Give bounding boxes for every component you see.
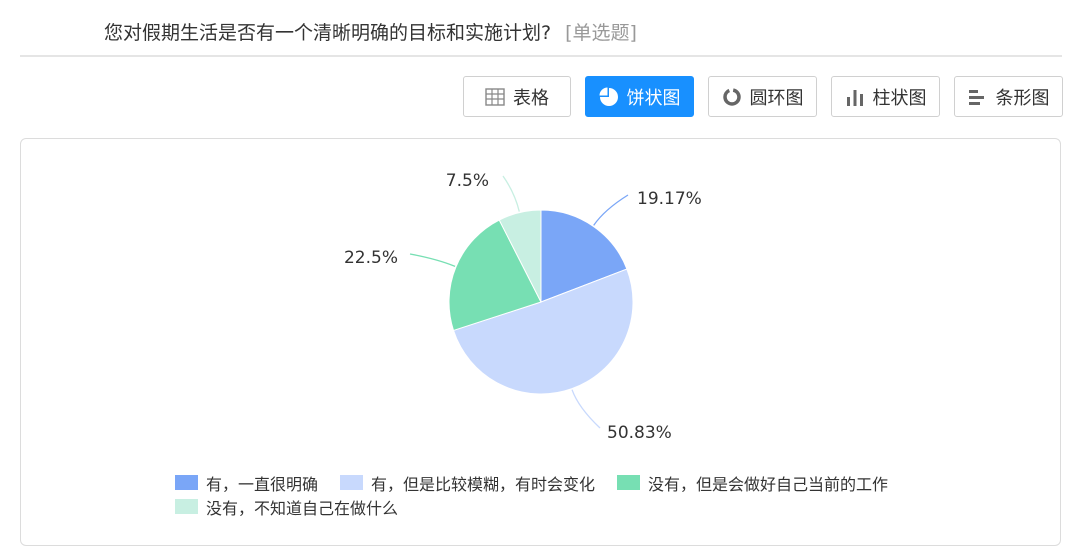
legend-swatch — [617, 475, 641, 490]
legend-item[interactable]: 有，但是比较模糊，有时会变化 — [340, 472, 596, 494]
legend-item[interactable]: 有，一直很明确 — [175, 472, 319, 494]
legend-swatch — [175, 475, 198, 490]
chart-legend: 有，一直很明确 有，但是比较模糊，有时会变化 没有，但是会做好自己当前的工作没有，不… — [175, 472, 935, 518]
leader-line — [571, 389, 601, 429]
leader-line — [409, 253, 456, 268]
legend-label: 没有，但是会做好自己当前的工作 — [648, 474, 889, 494]
legend-item[interactable]: 没有，但是会做好自己当前的工作 — [617, 472, 889, 494]
legend-swatch — [175, 499, 198, 514]
legend-label: 有，一直很明确 — [206, 474, 319, 494]
slice-label: 22.5% — [344, 248, 398, 268]
slice-label: 19.17% — [637, 189, 702, 209]
legend-item[interactable]: 没有，不知道自己在做什么 — [175, 496, 399, 518]
leader-line — [502, 175, 520, 212]
leader-line — [593, 194, 629, 226]
legend-label: 有，但是比较模糊，有时会变化 — [371, 474, 596, 494]
slice-label: 50.83% — [607, 423, 672, 443]
slice-label: 7.5% — [446, 171, 489, 191]
legend-swatch — [340, 475, 364, 490]
legend-label: 没有，不知道自己在做什么 — [206, 498, 399, 518]
